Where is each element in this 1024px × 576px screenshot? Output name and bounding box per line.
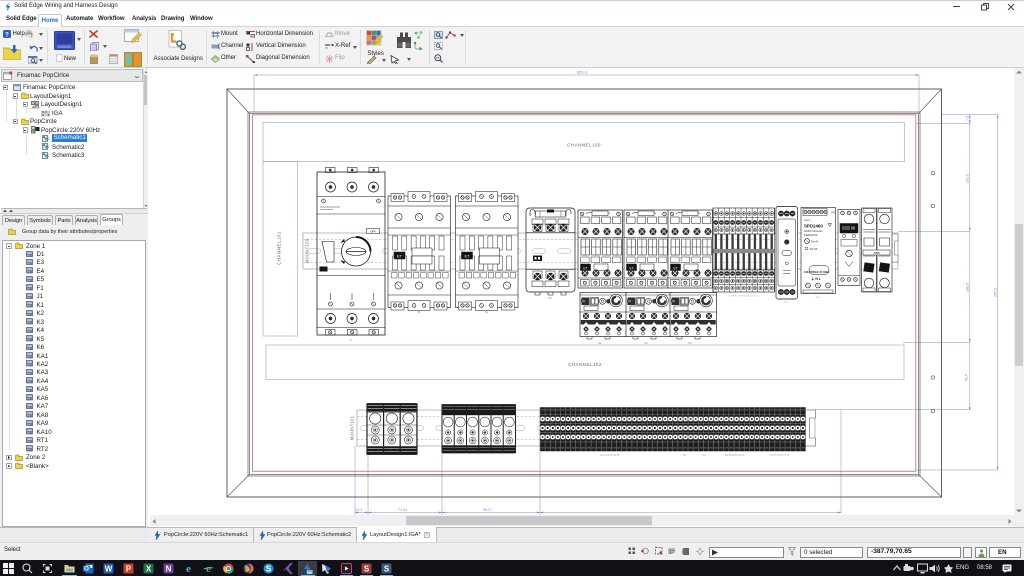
svg-text:AC/DC Converter: AC/DC Converter bbox=[804, 230, 823, 233]
svg-text:?: ? bbox=[5, 33, 9, 39]
svg-text:X: X bbox=[146, 564, 152, 573]
svg-text:S: S bbox=[266, 564, 272, 573]
svg-text:ABB: ABB bbox=[873, 251, 879, 255]
svg-text:44: 44 bbox=[703, 454, 706, 457]
svg-text:K2: K2 bbox=[644, 341, 648, 345]
svg-text:40: 40 bbox=[683, 454, 686, 457]
svg-text:RT2: RT2 bbox=[785, 302, 790, 304]
svg-text:P: P bbox=[126, 564, 132, 573]
svg-text:OFF: OFF bbox=[370, 230, 376, 234]
svg-text:ET: ET bbox=[464, 254, 470, 259]
svg-text:106.5: 106.5 bbox=[965, 283, 969, 292]
svg-text:CHANNEL101: CHANNEL101 bbox=[277, 231, 282, 265]
svg-text:e: e bbox=[186, 563, 191, 574]
svg-text:650.0: 650.0 bbox=[577, 70, 588, 75]
svg-text:N: N bbox=[166, 564, 172, 573]
svg-text:Test N: Test N bbox=[811, 241, 818, 244]
svg-text:S: S bbox=[364, 564, 370, 573]
svg-text:1 2 3 4 5 6 7 8 9 10 11 12 13: 1 2 3 4 5 6 7 8 9 10 11 12 13 14 bbox=[728, 296, 760, 298]
svg-text:W: W bbox=[105, 564, 113, 573]
svg-text:MOUNT100: MOUNT100 bbox=[305, 238, 310, 263]
svg-text:⏚ N L: ⏚ N L bbox=[811, 276, 821, 281]
svg-text:SPD2460: SPD2460 bbox=[804, 224, 823, 229]
svg-text:K0: K0 bbox=[548, 296, 552, 300]
svg-text:M M M: M M M bbox=[804, 220, 810, 222]
svg-text:O: O bbox=[84, 566, 89, 572]
svg-text:11.4: 11.4 bbox=[356, 508, 363, 512]
svg-text:CHANNEL100: CHANNEL100 bbox=[567, 143, 601, 148]
svg-text:24VDC/2.5A: 24VDC/2.5A bbox=[804, 234, 818, 237]
svg-text:48 49 50 51 52 53: 48 49 50 51 52 53 bbox=[725, 454, 745, 457]
svg-text:PSU: PSU bbox=[816, 297, 821, 299]
svg-text:PG: PG bbox=[832, 212, 836, 215]
svg-text:100-240VAC 47-63Hz: 100-240VAC 47-63Hz bbox=[804, 270, 830, 274]
svg-text:K1: K1 bbox=[598, 341, 602, 345]
svg-text:355.0: 355.0 bbox=[994, 288, 998, 297]
svg-text:70 71 72 73 74 75: 70 71 72 73 74 75 bbox=[770, 454, 790, 457]
svg-text:20 21 22 23 24 25: 20 21 22 23 24 25 bbox=[600, 454, 620, 457]
svg-text:66.5: 66.5 bbox=[964, 374, 968, 381]
svg-text:ET: ET bbox=[397, 254, 403, 259]
svg-text:MOUNT101: MOUNT101 bbox=[350, 415, 355, 440]
svg-text:7.5: 7.5 bbox=[965, 116, 969, 121]
svg-text:K3: K3 bbox=[688, 341, 692, 345]
svg-text:71.93: 71.93 bbox=[398, 508, 407, 512]
svg-text:103.5: 103.5 bbox=[965, 174, 969, 183]
svg-text:Q1: Q1 bbox=[349, 339, 353, 342]
svg-text:CHANNEL102: CHANNEL102 bbox=[568, 362, 602, 367]
svg-text:DC OK: DC OK bbox=[810, 248, 818, 251]
svg-text:S: S bbox=[384, 564, 390, 573]
svg-text:96.27: 96.27 bbox=[483, 508, 492, 512]
